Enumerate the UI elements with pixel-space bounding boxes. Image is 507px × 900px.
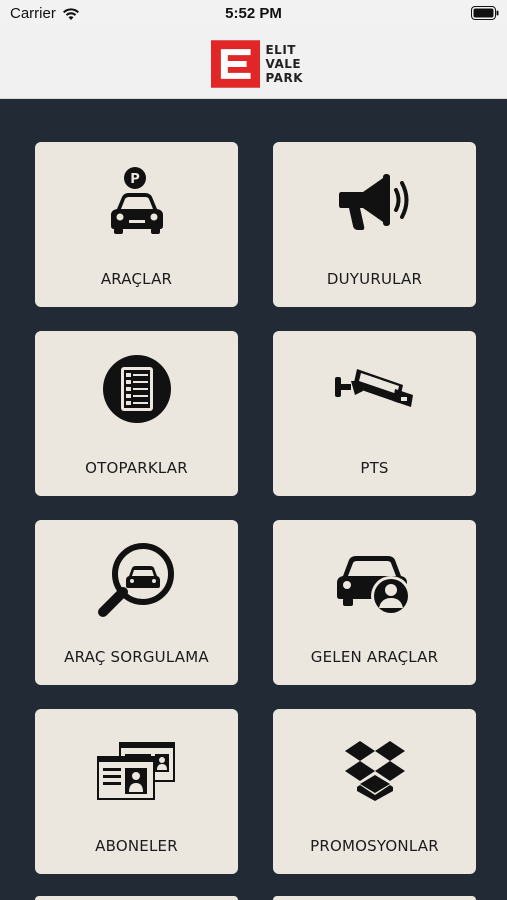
svg-text:P: P — [130, 172, 140, 187]
dropbox-icon — [344, 741, 405, 801]
menu-tile-label: ARAÇLAR — [100, 270, 173, 288]
menu-tile-label: OTOPARKLAR — [85, 459, 188, 477]
checklist-icon — [102, 355, 171, 423]
logo-line: VALE — [265, 57, 302, 71]
id-cards-icon — [96, 742, 175, 800]
menu-tile-label: DUYURULAR — [326, 270, 423, 288]
logo-e-mark-icon — [211, 40, 261, 88]
menu-tile-promosyonlar[interactable]: PROMOSYONLAR — [273, 709, 476, 874]
menu-tile-aboneler[interactable]: ABONELER — [35, 709, 238, 874]
menu-tile-label: ARAÇ SORGULAMA — [64, 648, 209, 666]
menu-tile-arac-sorgulama[interactable]: ARAÇ SORGULAMA — [35, 520, 238, 685]
next-row-tile-edge — [35, 896, 238, 900]
megaphone-icon — [338, 174, 408, 230]
menu-tile-label: GELEN ARAÇLAR — [310, 648, 439, 666]
menu-tile-pts[interactable]: PTS — [273, 331, 476, 496]
security-camera-icon — [334, 369, 413, 407]
menu-tile-label: PROMOSYONLAR — [310, 837, 439, 855]
search-car-icon — [97, 543, 174, 617]
clock: 5:52 PM — [225, 5, 282, 22]
menu-tile-label: ABONELER — [95, 837, 178, 855]
status-bar: Carrier 5:52 PM — [0, 0, 507, 26]
elit-vale-park-logo: ELIT VALE PARK — [211, 40, 303, 88]
app-header: ELIT VALE PARK — [0, 26, 507, 99]
next-row-tile-edge — [273, 896, 476, 900]
menu-tile-duyurular[interactable]: DUYURULAR — [273, 142, 476, 307]
car-parking-icon: P — [110, 167, 163, 234]
logo-line: PARK — [265, 71, 303, 85]
car-user-icon — [336, 556, 411, 616]
menu-tile-otoparklar[interactable]: OTOPARKLAR — [35, 331, 238, 496]
logo-line: ELIT — [265, 43, 296, 57]
menu-tile-gelen-araclar[interactable]: GELEN ARAÇLAR — [273, 520, 476, 685]
menu-tile-label: PTS — [360, 459, 389, 477]
battery-icon — [471, 6, 499, 24]
menu-tile-araclar[interactable]: P ARAÇLAR — [35, 142, 238, 307]
logo-text: ELIT VALE PARK — [265, 43, 303, 85]
